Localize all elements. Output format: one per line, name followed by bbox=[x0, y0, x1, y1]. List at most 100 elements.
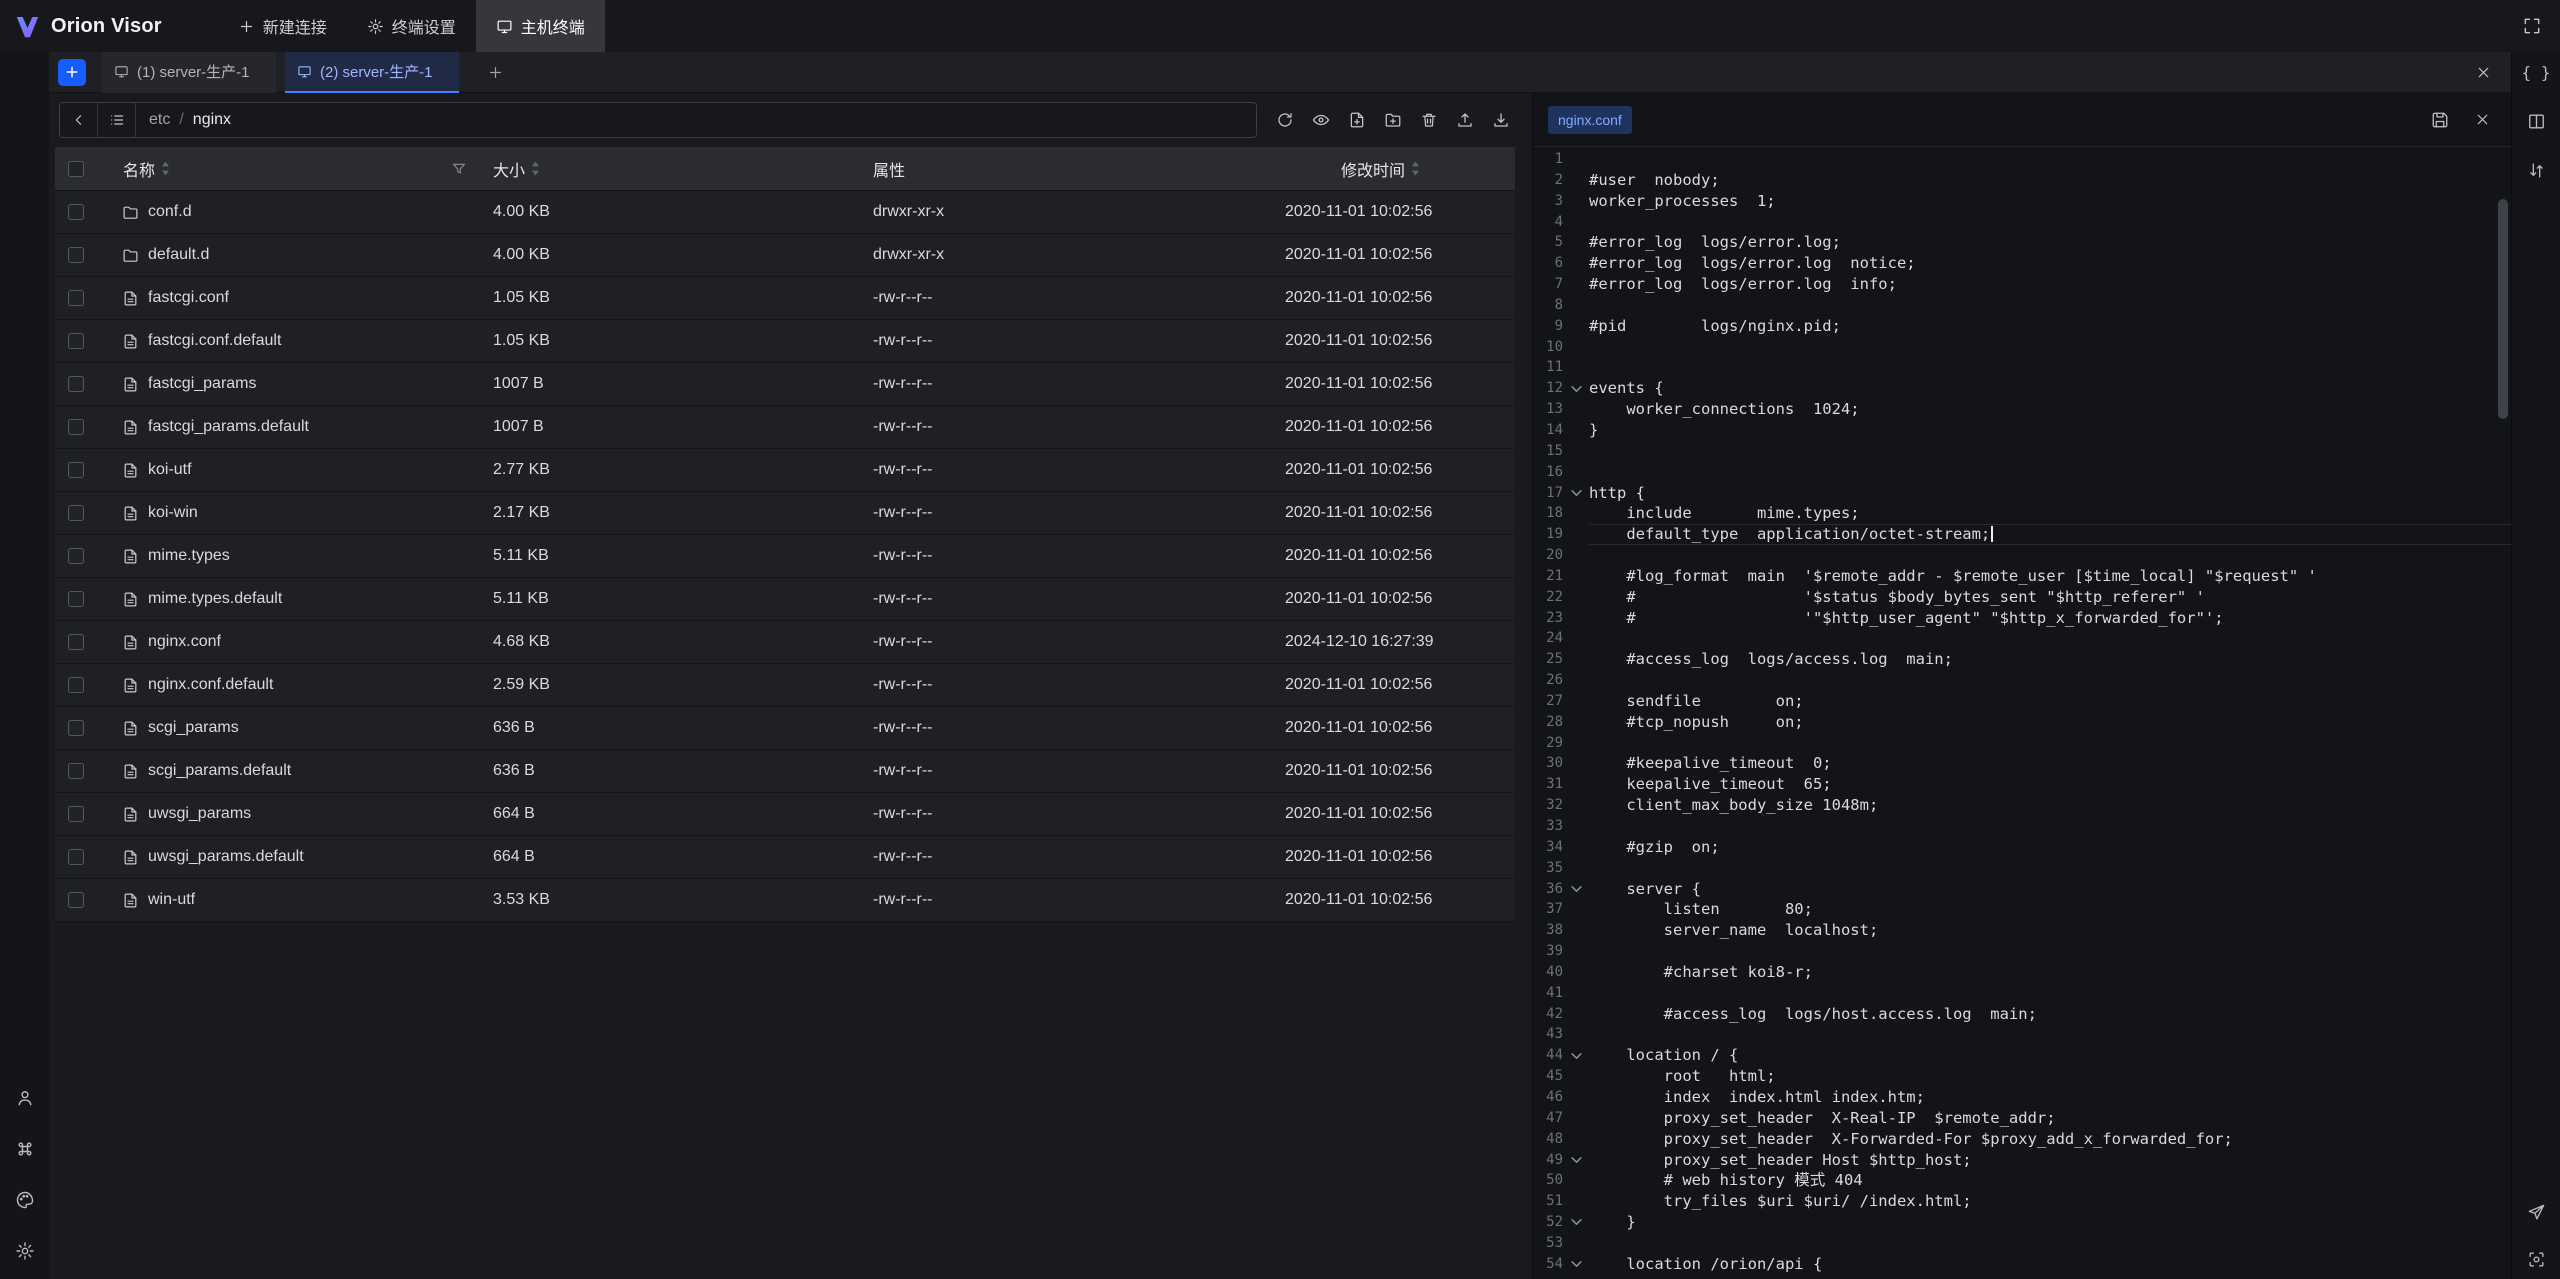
fold-chevron-icon[interactable] bbox=[1563, 1045, 1589, 1066]
row-checkbox[interactable] bbox=[68, 849, 84, 865]
code-line[interactable]: 52 } bbox=[1533, 1212, 2511, 1233]
path-list-button[interactable] bbox=[98, 103, 136, 137]
sort-icon[interactable] bbox=[531, 161, 540, 176]
table-row[interactable]: conf.d 4.00 KB drwxr-xr-x 2020-11-01 10:… bbox=[55, 191, 1515, 234]
row-name[interactable]: fastcgi.conf bbox=[148, 289, 229, 307]
code-editor[interactable]: 1 2 #user nobody; 3 worker_processes 1; … bbox=[1533, 147, 2511, 1279]
code-line[interactable]: 18 include mime.types; bbox=[1533, 503, 2511, 524]
fold-chevron-icon[interactable] bbox=[1563, 1150, 1589, 1171]
code-line[interactable]: 2 #user nobody; bbox=[1533, 170, 2511, 191]
code-line[interactable]: 41 bbox=[1533, 983, 2511, 1004]
row-checkbox[interactable] bbox=[68, 505, 84, 521]
new-connection-button[interactable] bbox=[58, 59, 86, 86]
code-line[interactable]: 15 bbox=[1533, 441, 2511, 462]
code-line[interactable]: 51 try_files $uri $uri/ /index.html; bbox=[1533, 1191, 2511, 1212]
code-line[interactable]: 54 location /orion/api { bbox=[1533, 1254, 2511, 1275]
menu-item-new-connection[interactable]: 新建连接 bbox=[218, 0, 347, 52]
row-name[interactable]: koi-utf bbox=[148, 461, 192, 479]
code-line[interactable]: 42 #access_log logs/host.access.log main… bbox=[1533, 1004, 2511, 1025]
code-line[interactable]: 26 bbox=[1533, 670, 2511, 691]
code-line[interactable]: 43 bbox=[1533, 1024, 2511, 1045]
close-panel-button[interactable] bbox=[2469, 58, 2497, 86]
code-line[interactable]: 5 #error_log logs/error.log; bbox=[1533, 232, 2511, 253]
fold-chevron-icon[interactable] bbox=[1563, 1254, 1589, 1275]
code-line[interactable]: 45 root html; bbox=[1533, 1066, 2511, 1087]
save-button[interactable] bbox=[2426, 106, 2454, 134]
row-name[interactable]: fastcgi.conf.default bbox=[148, 332, 281, 350]
code-line[interactable]: 10 bbox=[1533, 337, 2511, 358]
code-line[interactable]: 30 #keepalive_timeout 0; bbox=[1533, 753, 2511, 774]
row-name[interactable]: fastcgi_params.default bbox=[148, 418, 309, 436]
code-line[interactable]: 46 index index.html index.htm; bbox=[1533, 1087, 2511, 1108]
code-line[interactable]: 24 bbox=[1533, 628, 2511, 649]
code-line[interactable]: 8 bbox=[1533, 295, 2511, 316]
settings-button[interactable] bbox=[13, 1239, 37, 1263]
table-row[interactable]: mime.types 5.11 KB -rw-r--r-- 2020-11-01… bbox=[55, 535, 1515, 578]
code-line[interactable]: 33 bbox=[1533, 816, 2511, 837]
table-row[interactable]: fastcgi_params 1007 B -rw-r--r-- 2020-11… bbox=[55, 363, 1515, 406]
row-checkbox[interactable] bbox=[68, 290, 84, 306]
new-file-button[interactable] bbox=[1343, 106, 1371, 134]
editor-scrollbar[interactable] bbox=[2498, 199, 2508, 419]
close-editor-button[interactable] bbox=[2468, 106, 2496, 134]
row-name[interactable]: scgi_params bbox=[148, 719, 239, 737]
column-header-name[interactable]: 名称 bbox=[123, 157, 155, 181]
code-line[interactable]: 27 sendfile on; bbox=[1533, 691, 2511, 712]
sort-icon[interactable] bbox=[1411, 161, 1420, 176]
table-row[interactable]: win-utf 3.53 KB -rw-r--r-- 2020-11-01 10… bbox=[55, 879, 1515, 922]
code-line[interactable]: 25 #access_log logs/access.log main; bbox=[1533, 649, 2511, 670]
code-line[interactable]: 6 #error_log logs/error.log notice; bbox=[1533, 253, 2511, 274]
table-row[interactable]: koi-utf 2.77 KB -rw-r--r-- 2020-11-01 10… bbox=[55, 449, 1515, 492]
row-checkbox[interactable] bbox=[68, 419, 84, 435]
code-line[interactable]: 3 worker_processes 1; bbox=[1533, 191, 2511, 212]
breadcrumb-segment[interactable]: etc bbox=[149, 111, 170, 129]
row-name[interactable]: nginx.conf.default bbox=[148, 676, 273, 694]
code-line[interactable]: 48 proxy_set_header X-Forwarded-For $pro… bbox=[1533, 1129, 2511, 1150]
table-row[interactable]: default.d 4.00 KB drwxr-xr-x 2020-11-01 … bbox=[55, 234, 1515, 277]
row-name[interactable]: uwsgi_params.default bbox=[148, 848, 304, 866]
sort-icon[interactable] bbox=[161, 161, 170, 176]
fold-chevron-icon[interactable] bbox=[1563, 378, 1589, 399]
code-line[interactable]: 7 #error_log logs/error.log info; bbox=[1533, 274, 2511, 295]
row-checkbox[interactable] bbox=[68, 634, 84, 650]
fold-chevron-icon[interactable] bbox=[1563, 483, 1589, 504]
code-line[interactable]: 21 #log_format main '$remote_addr - $rem… bbox=[1533, 566, 2511, 587]
code-line[interactable]: 38 server_name localhost; bbox=[1533, 920, 2511, 941]
download-button[interactable] bbox=[1487, 106, 1515, 134]
code-line[interactable]: 36 server { bbox=[1533, 879, 2511, 900]
fullscreen-button[interactable] bbox=[2518, 12, 2546, 40]
delete-button[interactable] bbox=[1415, 106, 1443, 134]
fold-chevron-icon[interactable] bbox=[1563, 1212, 1589, 1233]
row-checkbox[interactable] bbox=[68, 677, 84, 693]
code-line[interactable]: 50 # web history 模式 404 bbox=[1533, 1170, 2511, 1191]
code-line[interactable]: 28 #tcp_nopush on; bbox=[1533, 712, 2511, 733]
send-command-button[interactable] bbox=[2524, 1200, 2548, 1224]
code-line[interactable]: 29 bbox=[1533, 733, 2511, 754]
code-line[interactable]: 23 # '"$http_user_agent" "$http_x_forwar… bbox=[1533, 608, 2511, 629]
code-line[interactable]: 40 #charset koi8-r; bbox=[1533, 962, 2511, 983]
code-line[interactable]: 11 bbox=[1533, 357, 2511, 378]
user-button[interactable] bbox=[13, 1086, 37, 1110]
refresh-button[interactable] bbox=[1271, 106, 1299, 134]
row-name[interactable]: mime.types bbox=[148, 547, 230, 565]
row-name[interactable]: koi-win bbox=[148, 504, 198, 522]
row-checkbox[interactable] bbox=[68, 548, 84, 564]
tab-server-2[interactable]: (2) server-生产-1 bbox=[285, 52, 459, 93]
menu-item-host-terminal[interactable]: 主机终端 bbox=[476, 0, 605, 52]
back-button[interactable] bbox=[60, 103, 98, 137]
table-row[interactable]: fastcgi.conf.default 1.05 KB -rw-r--r-- … bbox=[55, 320, 1515, 363]
upload-button[interactable] bbox=[1451, 106, 1479, 134]
code-line[interactable]: 53 bbox=[1533, 1233, 2511, 1254]
show-hidden-button[interactable] bbox=[1307, 106, 1335, 134]
row-checkbox[interactable] bbox=[68, 720, 84, 736]
code-line[interactable]: 4 bbox=[1533, 212, 2511, 233]
row-name[interactable]: nginx.conf bbox=[148, 633, 221, 651]
row-name[interactable]: uwsgi_params bbox=[148, 805, 251, 823]
row-checkbox[interactable] bbox=[68, 247, 84, 263]
editor-file-tag[interactable]: nginx.conf bbox=[1548, 106, 1632, 134]
code-line[interactable]: 31 keepalive_timeout 65; bbox=[1533, 774, 2511, 795]
code-line[interactable]: 1 bbox=[1533, 149, 2511, 170]
row-checkbox[interactable] bbox=[68, 892, 84, 908]
row-name[interactable]: fastcgi_params bbox=[148, 375, 257, 393]
shortcuts-button[interactable] bbox=[13, 1137, 37, 1161]
